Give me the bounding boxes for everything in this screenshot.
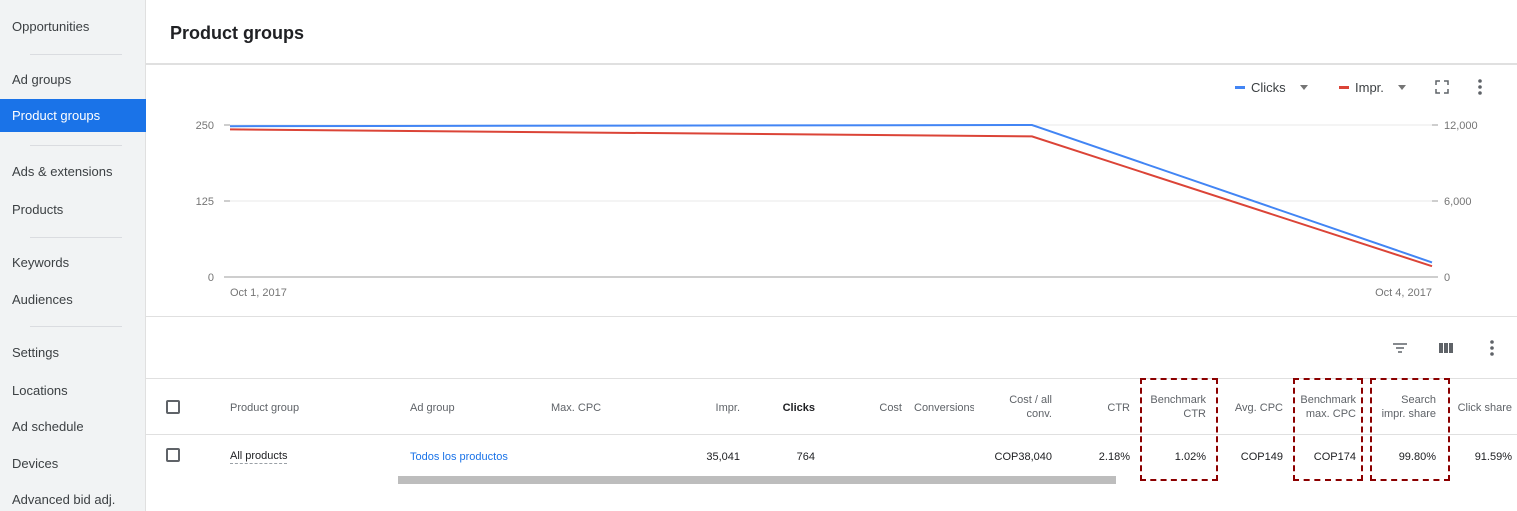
filter-icon[interactable] [1390, 338, 1410, 358]
cell-ctr: 2.18% [1098, 451, 1130, 463]
sidebar-item-ad-schedule[interactable]: Ad schedule [0, 410, 146, 443]
more-vert-icon[interactable] [1482, 338, 1502, 358]
column-header-conversions[interactable]: Conversions [914, 402, 974, 414]
column-header-product-group[interactable]: Product group [230, 402, 299, 414]
column-header-click-share[interactable]: Click share [1448, 402, 1512, 414]
series-line-clicks [229, 123, 1433, 264]
column-header-cost-conv-1[interactable]: Cost / all [990, 394, 1052, 406]
sidebar-divider [30, 326, 122, 327]
column-header-max-cpc[interactable]: Max. CPC [551, 402, 601, 414]
section-divider [146, 316, 1517, 317]
y-left-tick-label: 125 [196, 196, 214, 208]
column-header-impr[interactable]: Impr. [700, 402, 740, 414]
column-header-cost[interactable]: Cost [868, 402, 902, 414]
cell-impr: 35,041 [706, 451, 740, 463]
y-left-tick-label: 250 [196, 120, 214, 132]
sidebar-item-keywords[interactable]: Keywords [0, 246, 146, 279]
sidebar-item-products[interactable]: Products [0, 193, 146, 226]
cell-clicks: 764 [796, 451, 815, 463]
row-checkbox[interactable] [166, 448, 180, 462]
sidebar-item-audiences[interactable]: Audiences [0, 283, 146, 316]
y-right-tick-label: 6,000 [1444, 196, 1472, 208]
highlight-benchmark-max-cpc [1293, 378, 1363, 481]
columns-icon[interactable] [1436, 338, 1456, 358]
highlight-search-impr-share [1370, 378, 1450, 481]
column-header-clicks[interactable]: Clicks [770, 402, 815, 414]
y-right-tick-label: 12,000 [1444, 120, 1478, 132]
column-header-avg-cpc[interactable]: Avg. CPC [1218, 402, 1283, 414]
horizontal-scrollbar-thumb[interactable] [398, 476, 1116, 484]
column-header-cost-conv-2[interactable]: conv. [990, 408, 1052, 420]
column-header-ad-group[interactable]: Ad group [410, 402, 455, 414]
page-title: Product groups [170, 23, 304, 43]
cell-avg-cpc: COP149 [1240, 451, 1283, 463]
sidebar-divider [30, 54, 122, 55]
sidebar-item-opportunities[interactable]: Opportunities [0, 10, 146, 43]
sidebar-item-ads-extensions[interactable]: Ads & extensions [0, 155, 146, 188]
sidebar-item-advanced-bid-adj[interactable]: Advanced bid adj. [0, 483, 146, 511]
select-all-checkbox[interactable] [166, 400, 180, 414]
cell-click-share: 91.59% [1474, 451, 1512, 463]
sidebar-divider [30, 237, 122, 238]
y-left-tick-label: 0 [208, 272, 214, 284]
sidebar-item-settings[interactable]: Settings [0, 336, 146, 369]
column-header-ctr[interactable]: CTR [1090, 402, 1130, 414]
series-line-impr [229, 128, 1433, 268]
sidebar-item-locations[interactable]: Locations [0, 374, 146, 407]
cell-cost-conv: COP38,040 [994, 451, 1052, 463]
sidebar-item-product-groups[interactable]: Product groups [0, 99, 146, 132]
sidebar-item-devices[interactable]: Devices [0, 447, 146, 480]
performance-chart: 0 0 125 6,000 250 12,000 Oct 1, 2017 Oct 4, 201… [196, 120, 1478, 299]
x-tick-label: Oct 1, 2017 [230, 287, 287, 299]
highlight-benchmark-ctr [1140, 378, 1218, 481]
y-right-tick-label: 0 [1444, 272, 1450, 284]
x-tick-label: Oct 4, 2017 [1375, 287, 1432, 299]
cell-product-group[interactable]: All products [230, 450, 288, 464]
cell-ad-group-link[interactable]: Todos los productos [410, 451, 508, 463]
sidebar-item-ad-groups[interactable]: Ad groups [0, 63, 146, 96]
sidebar-divider [30, 145, 122, 146]
sidebar: Opportunities Ad groups Product groups A… [0, 0, 146, 511]
